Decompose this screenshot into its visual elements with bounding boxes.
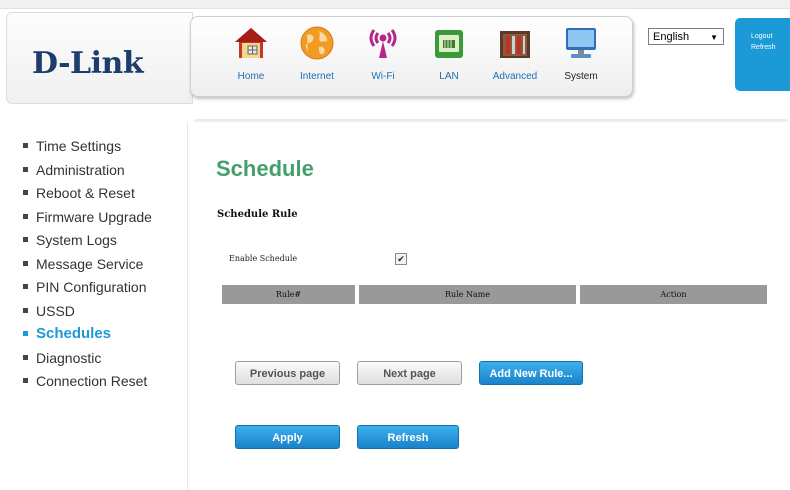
nav-wifi-label: Wi-Fi [371, 71, 395, 82]
globe-icon [300, 26, 334, 60]
nav-lan[interactable]: LAN [416, 17, 482, 96]
sidebar-item-message-service[interactable]: Message Service [23, 256, 152, 280]
sidebar-item-label: Message Service [36, 255, 144, 272]
toolbox-icon [500, 31, 530, 58]
nav-system-label: System [564, 71, 598, 82]
sidebar-item-schedules[interactable]: Schedules [23, 326, 152, 350]
nav-advanced[interactable]: Advanced [482, 17, 548, 96]
sidebar-item-label: Schedules [36, 325, 112, 342]
nav-home[interactable]: Home [218, 17, 284, 96]
nav-home-label: Home [237, 71, 265, 82]
sidebar-item-pin-configuration[interactable]: PIN Configuration [23, 279, 152, 303]
bullet-icon [23, 378, 28, 383]
sidebar-item-administration[interactable]: Administration [23, 162, 152, 186]
wifi-icon [369, 29, 397, 58]
refresh-button[interactable]: Refresh [357, 425, 459, 449]
bullet-icon [23, 284, 28, 289]
home-icon [235, 28, 267, 58]
enable-schedule-label: Enable Schedule [229, 254, 298, 263]
next-page-button[interactable]: Next page [357, 361, 462, 385]
previous-page-button[interactable]: Previous page [235, 361, 340, 385]
bullet-icon [23, 166, 28, 172]
sidebar-item-connection-reset[interactable]: Connection Reset [23, 373, 152, 397]
language-value: English [653, 31, 690, 43]
logout-link[interactable]: Logout [751, 33, 772, 40]
sidebar-item-label: Time Settings [36, 138, 122, 154]
sidebar-item-label: Administration [36, 161, 125, 178]
column-header-rule-name: Rule Name [359, 285, 576, 304]
sidebar-item-firmware-upgrade[interactable]: Firmware Upgrade [23, 209, 152, 233]
bullet-icon [23, 307, 28, 313]
nav-system[interactable]: System [548, 17, 614, 96]
sidebar-menu: Time Settings Administration Reboot & Re… [23, 138, 152, 397]
sidebar-item-label: System Logs [36, 232, 117, 248]
bullet-icon [23, 354, 28, 360]
page-title: Schedule [216, 156, 314, 181]
column-header-rule-number: Rule# [222, 285, 355, 304]
computer-icon [566, 28, 596, 58]
section-title: Schedule Rule [217, 209, 298, 220]
sidebar-item-ussd[interactable]: USSD [23, 303, 152, 327]
apply-button[interactable]: Apply [235, 425, 340, 449]
sidebar-item-reboot-reset[interactable]: Reboot & Reset [23, 185, 152, 209]
bullet-icon [23, 331, 28, 336]
dropdown-arrow-icon: ▼ [710, 33, 718, 42]
sidebar: Time Settings Administration Reboot & Re… [0, 122, 188, 490]
enable-schedule-checkbox[interactable]: ✔ [395, 253, 407, 265]
sidebar-item-label: PIN Configuration [36, 279, 147, 295]
nav-internet[interactable]: Internet [284, 17, 350, 96]
nav-internet-label: Internet [300, 71, 334, 82]
bullet-icon [23, 213, 28, 219]
top-strip [0, 0, 790, 9]
d-link-logo: D-Link [32, 46, 144, 81]
refresh-link[interactable]: Refresh [751, 44, 776, 51]
sidebar-item-label: Connection Reset [36, 373, 148, 389]
sidebar-item-diagnostic[interactable]: Diagnostic [23, 350, 152, 374]
sidebar-item-label: Reboot & Reset [36, 185, 135, 201]
nav-wifi[interactable]: Wi-Fi [350, 17, 416, 96]
sidebar-item-label: Diagnostic [36, 349, 102, 366]
nav-advanced-label: Advanced [492, 71, 538, 82]
bullet-icon [23, 143, 28, 148]
bullet-icon [23, 237, 28, 242]
nav-lan-label: LAN [439, 71, 459, 82]
sidebar-item-label: USSD [36, 302, 75, 319]
column-header-action: Action [580, 285, 767, 304]
language-select[interactable]: English ▼ [648, 28, 724, 45]
main-nav: Home Internet Wi-Fi LAN Advanced System [190, 16, 633, 97]
sidebar-item-system-logs[interactable]: System Logs [23, 232, 152, 256]
auth-panel: Logout Refresh [735, 18, 790, 91]
lan-icon [435, 30, 463, 58]
sidebar-item-label: Firmware Upgrade [36, 208, 152, 225]
bullet-icon [23, 190, 28, 195]
bullet-icon [23, 260, 28, 266]
add-new-rule-button[interactable]: Add New Rule... [479, 361, 583, 385]
sidebar-item-time-settings[interactable]: Time Settings [23, 138, 152, 162]
